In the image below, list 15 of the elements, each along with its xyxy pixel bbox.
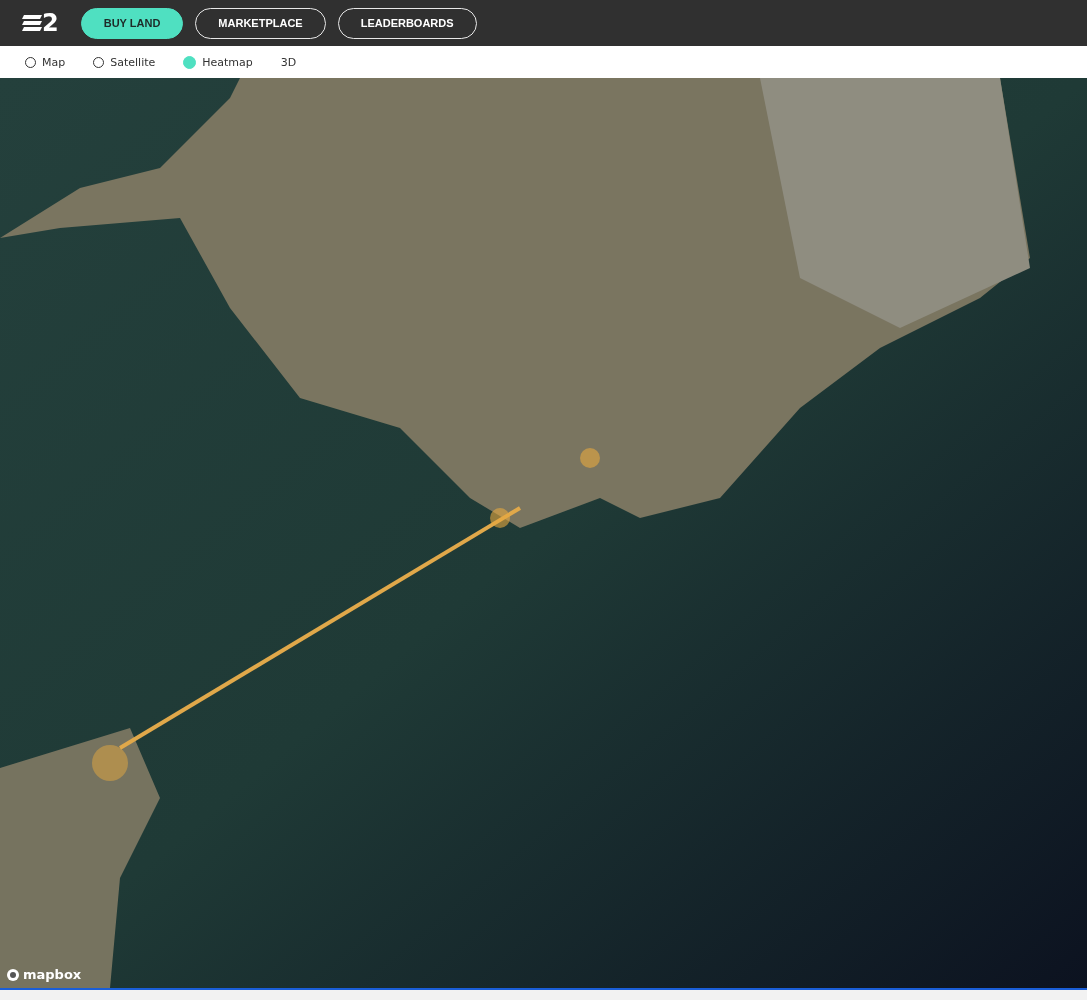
nav-button[interactable]: BUY LAND — [80, 7, 184, 39]
map-view[interactable]: mapbox — [0, 78, 1087, 988]
map-style-option[interactable]: Map — [25, 55, 66, 69]
toggle-button[interactable]: 3D — [280, 55, 297, 69]
option-label: Heatmap — [202, 55, 253, 69]
option-label: Satellite — [110, 55, 156, 69]
map-style-option[interactable]: Heatmap — [183, 55, 253, 69]
logo-text: 2 — [42, 13, 59, 33]
logo[interactable]: 2 — [22, 13, 59, 33]
attribution-text: mapbox — [23, 967, 82, 982]
mapbox-logo-icon — [6, 967, 20, 982]
map-style-option[interactable]: Satellite — [93, 55, 156, 69]
stripes-icon — [22, 13, 42, 33]
option-label: Map — [42, 55, 66, 69]
map-attribution[interactable]: mapbox — [6, 967, 82, 982]
